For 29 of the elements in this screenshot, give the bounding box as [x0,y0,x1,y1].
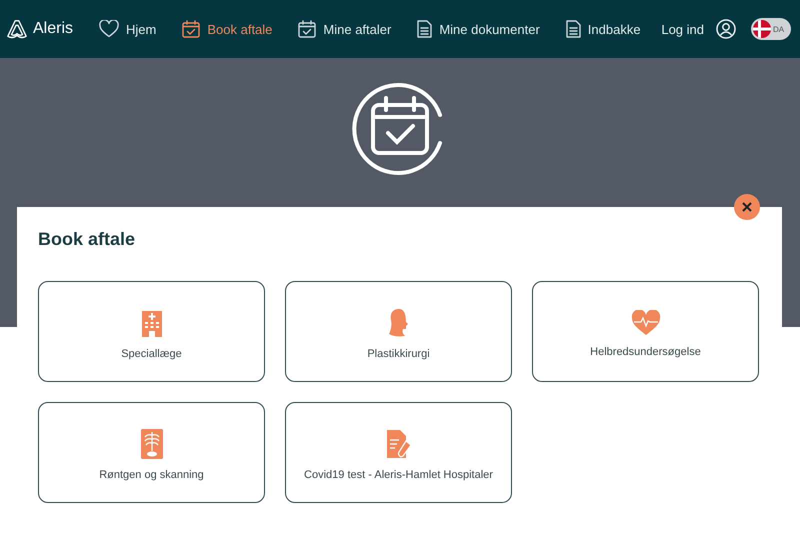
service-card[interactable]: Helbredsundersøgelse [532,281,759,382]
close-icon [742,202,752,212]
hospital-icon [140,308,164,338]
service-card[interactable]: Plastikkirurgi [285,281,512,382]
nav-link[interactable]: Book aftale [182,20,272,38]
logo-icon [6,18,28,40]
flag-icon [753,20,771,38]
head-profile-icon [386,308,410,338]
dialog-title: Book aftale [38,229,136,250]
document-test-tube-icon [386,429,412,459]
language-toggle[interactable]: DA [751,18,791,40]
calendar-check-icon [298,20,316,38]
user-icon [716,19,736,39]
x-ray-icon [140,429,162,459]
nav-link[interactable]: Mine aftaler [298,20,392,38]
service-card[interactable]: Covid19 test - Aleris-Hamlet Hospitaler [285,402,512,503]
nav-link[interactable]: Hjem [99,20,156,38]
close-button[interactable] [734,194,760,220]
calendar-check-icon [182,20,200,38]
brand-name: Aleris [33,20,74,38]
nav-link[interactable]: Mine dokumenter [417,20,540,38]
document-icon [417,20,432,38]
document-icon [566,20,581,38]
service-card[interactable]: Speciallæge [38,281,265,382]
login-link[interactable]: Log ind [661,22,704,36]
heartbeat-icon [630,310,660,336]
nav-link[interactable]: Indbakke [566,20,641,38]
service-card[interactable]: Røntgen og skanning [38,402,265,503]
heart-icon [99,20,120,38]
